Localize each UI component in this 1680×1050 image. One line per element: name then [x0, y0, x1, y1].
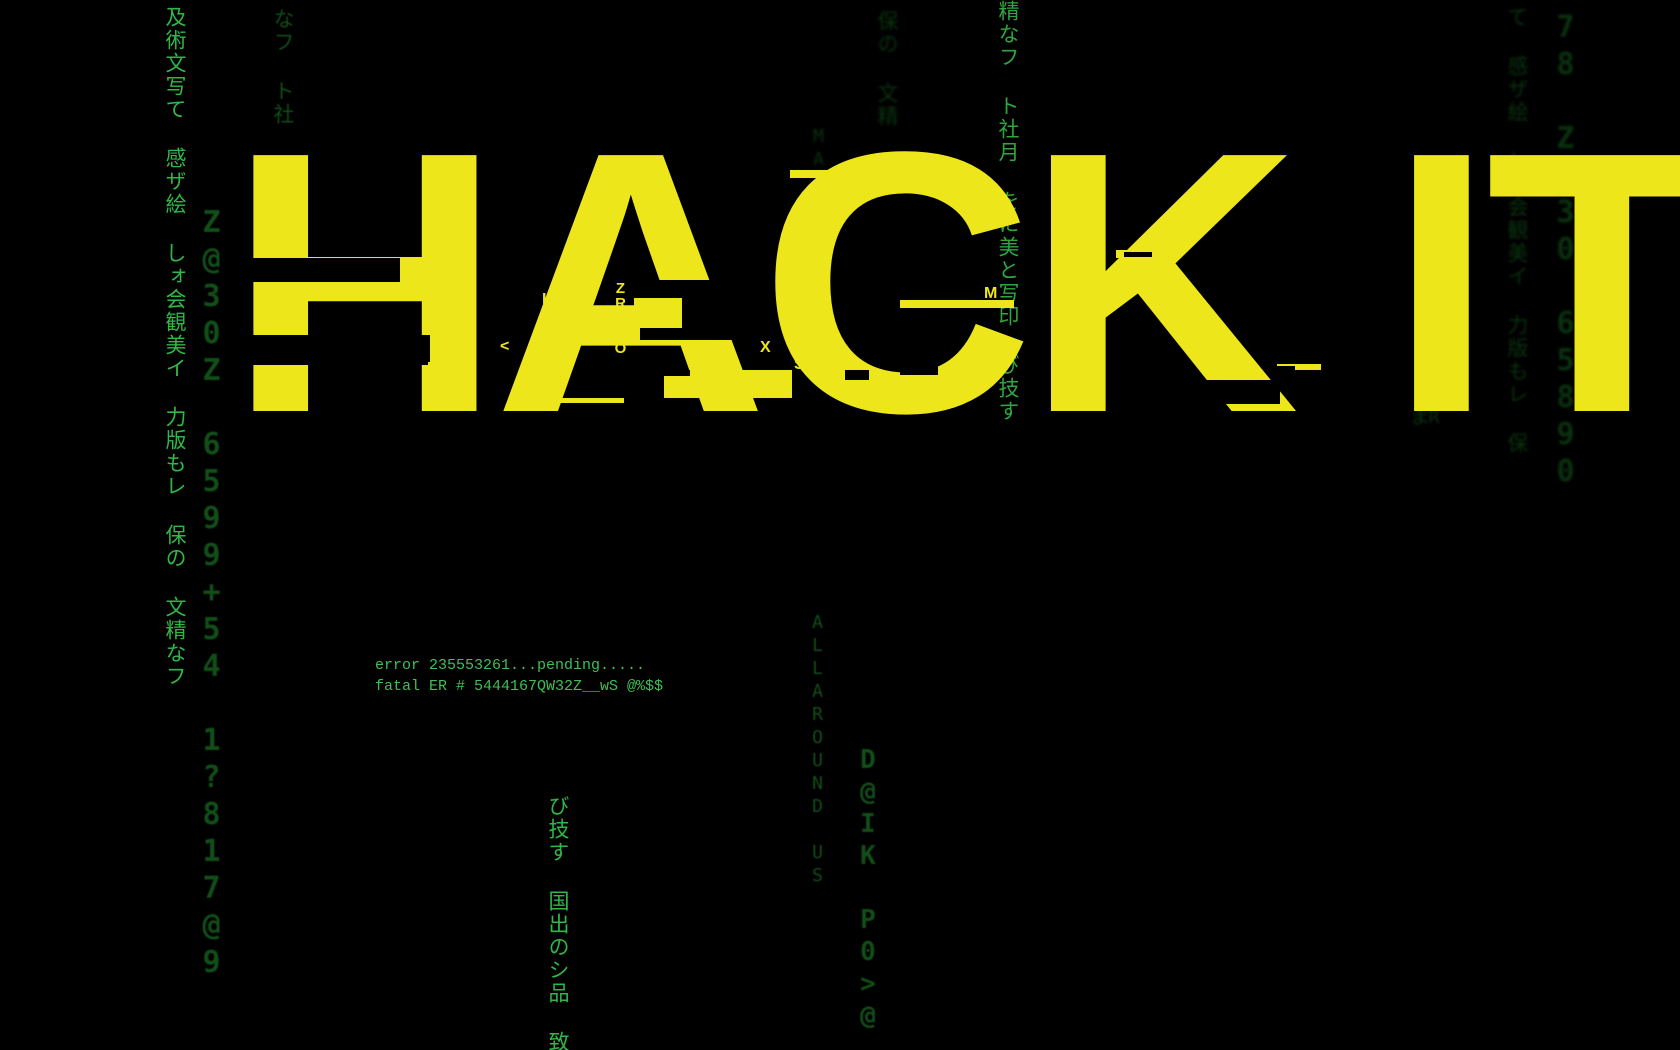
glitch-glyph: X [449, 267, 460, 284]
glitch-cut [240, 335, 430, 365]
matrix-rain-column: 及術文写て 感ザ絵 しォ会観美イ 力版もレ 保の 文精なフ [163, 6, 187, 688]
glitch-cut [650, 370, 690, 376]
glitch-bar [634, 298, 682, 328]
glitch-glyph: L [699, 339, 709, 356]
glitch-letter-stack: ZRTVO [612, 280, 629, 355]
glitch-glyph: A [433, 345, 445, 362]
glitch-cut [1200, 380, 1280, 404]
matrix-rain-column: D@IK P0>@ [853, 745, 883, 1033]
glitch-glyph: S [794, 356, 805, 373]
matrix-rain-column: び技す 国出のシ品 致 [546, 795, 570, 1050]
hack-it-screen: 及術文写て 感ザ絵 しォ会観美イ 力版もレ 保の 文精なフ なフ ト社 Z@30… [0, 0, 1680, 1050]
glitch-glyph: < [500, 338, 510, 355]
glitch-bar [560, 398, 624, 403]
terminal-line: fatal ER # 5444167QW32Z__wS @%$$ [375, 678, 664, 695]
glitch-glyph: M [984, 285, 998, 302]
glitch-cut [240, 258, 400, 282]
glitch-glyph: X [939, 370, 950, 387]
glitch-cut [845, 370, 869, 380]
glitch-cut [1277, 366, 1295, 370]
matrix-rain-column: ALLAROUND US [807, 612, 828, 888]
glitch-glyph: K [542, 291, 554, 308]
glitch-bar [412, 276, 448, 284]
glitch-bar [428, 362, 472, 402]
glitch-bar [790, 170, 844, 178]
glitch-cut [866, 300, 900, 308]
glitch-cut [900, 335, 938, 375]
glitch-glyph: X [760, 339, 771, 356]
glitch-cut [1124, 252, 1152, 257]
terminal-output: error 235553261...pending..... fatal ER … [375, 655, 663, 697]
matrix-rain-column: Z@30Z 6599+54 1?817@9 [194, 205, 229, 982]
terminal-line: error 235553261...pending..... [375, 657, 646, 674]
